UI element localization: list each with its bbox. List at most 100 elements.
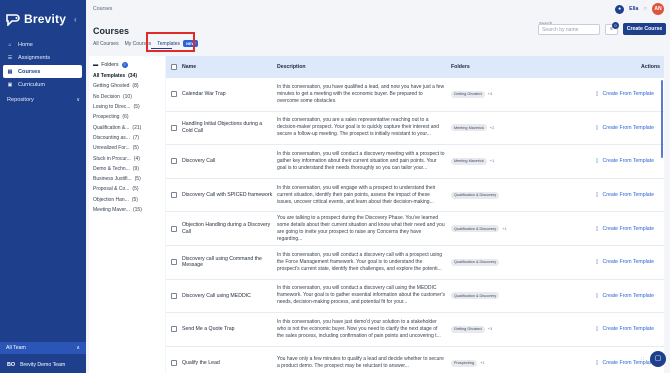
folder-label: Objection Han... — [93, 196, 129, 203]
brand-icon: ● — [615, 4, 625, 14]
folder-item[interactable]: Objection Han... (5) — [89, 195, 165, 205]
create-from-template-button[interactable]: ▯ Create From Template — [571, 226, 660, 232]
row-folders: Qualification & Discovery — [451, 292, 571, 300]
row-folders: Prospecting +1 — [451, 359, 571, 367]
scrollbar[interactable] — [661, 80, 663, 158]
row-checkbox[interactable] — [171, 292, 177, 299]
home-icon: ⌂ — [8, 41, 12, 48]
folder-item[interactable]: Meeting Maver... (15) — [89, 205, 165, 215]
row-folders: Meeting Maverick +2 — [451, 124, 571, 132]
chevron-left-icon[interactable]: ‹ — [74, 15, 77, 24]
create-from-template-button[interactable]: ▯ Create From Template — [571, 326, 660, 332]
create-from-template-button[interactable]: ▯ Create From Template — [571, 91, 660, 97]
row-checkbox[interactable] — [171, 360, 177, 367]
sidebar-item-repository[interactable]: Repository ∨ — [0, 94, 86, 107]
row-description: In this conversation, you are a sales re… — [277, 117, 440, 138]
search-input[interactable] — [538, 24, 600, 35]
create-from-template-button[interactable]: ▯ Create From Template — [571, 125, 660, 131]
row-folders: Qualification & Discovery — [451, 191, 571, 199]
table-row[interactable]: Send Me a Quote Trap In this conversation… — [166, 313, 664, 347]
folder-chip: Meeting Maverick — [451, 124, 487, 132]
folder-chip: Meeting Maverick — [451, 157, 487, 165]
create-course-button[interactable]: Create Course — [623, 23, 666, 35]
folder-item[interactable]: All Templates (34) — [89, 71, 165, 81]
sidebar-item-courses[interactable]: ▤ Courses — [3, 65, 82, 78]
row-checkbox[interactable] — [171, 192, 177, 199]
row-name: Calendar War Trap — [182, 91, 226, 97]
folder-count: (8) — [132, 83, 139, 90]
folder-count: (5) — [132, 186, 139, 193]
bell-icon[interactable]: ○ — [643, 6, 647, 12]
table-row[interactable]: Qualify the Lead You have only a few minu… — [166, 347, 664, 373]
table-row[interactable]: Calendar War Trap In this conversation, y… — [166, 78, 664, 112]
row-description: In this conversation, you have just demo… — [277, 318, 441, 339]
folder-item[interactable]: Discounting as... (7) — [89, 133, 165, 143]
table-row[interactable]: Discovery call using Command the Message… — [166, 246, 664, 280]
row-checkbox[interactable] — [171, 124, 177, 131]
folder-chip: Prospecting — [451, 359, 478, 367]
table-row[interactable]: Discovery Call In this conversation, you … — [166, 145, 664, 179]
folder-item[interactable]: Demo & Techn... (9) — [89, 164, 165, 174]
user-area: ● Ella ○ AN — [615, 3, 664, 15]
folders-title: Folders — [101, 62, 119, 68]
document-icon: ▯ — [595, 124, 599, 131]
create-from-template-button[interactable]: ▯ Create From Template — [571, 158, 660, 164]
folder-count: (5) — [134, 176, 141, 183]
row-name: Send Me a Quote Trap — [182, 326, 235, 333]
select-all-checkbox[interactable] — [171, 64, 177, 70]
folder-count: (5) — [133, 104, 140, 111]
brevity-logo-icon — [6, 13, 20, 26]
row-checkbox[interactable] — [171, 326, 177, 333]
folders-panel: ▬ Folders ? All Templates (34) Getting Gho… — [89, 56, 165, 373]
avatar[interactable]: AN — [652, 3, 664, 15]
table-row[interactable]: Discovery Call using MEDDIC In this conve… — [166, 280, 664, 314]
sidebar: Brevity ‹ ⌂ Home ☰ Assignments ▤ Courses… — [0, 0, 86, 373]
list-icon: ☰ — [7, 55, 13, 61]
folder-label: Prospecting — [93, 114, 120, 121]
folder-item[interactable]: Losing to Direc... (5) — [89, 102, 165, 112]
create-from-template-button[interactable]: ▯ Create From Template — [571, 360, 660, 366]
table-row[interactable]: Handling Initial Objections during a Col… — [166, 112, 664, 146]
sidebar-item-home[interactable]: ⌂ Home — [0, 38, 86, 51]
folder-chip: Qualification & Discovery — [451, 191, 500, 199]
chat-icon[interactable]: ▢ — [650, 351, 666, 367]
table-row[interactable]: Discovery Call with SPICED framework In t… — [166, 179, 664, 213]
row-checkbox[interactable] — [171, 259, 177, 266]
row-name: Objection Handling during a Discovery Ca… — [182, 222, 271, 235]
folder-item[interactable]: Qualification &... (21) — [89, 122, 165, 132]
folder-item[interactable]: Prospecting (6) — [89, 112, 165, 122]
row-description: You are talking to a prospect during the… — [277, 214, 445, 242]
help-icon[interactable]: ? — [121, 62, 128, 68]
user-name[interactable]: Ella — [629, 6, 638, 12]
org-switcher[interactable]: BO Brevity Demo Team — [0, 357, 86, 373]
create-from-template-button[interactable]: ▯ Create From Template — [571, 259, 660, 265]
folder-count: (5) — [132, 145, 139, 152]
row-name: Discovery Call with SPICED framework — [182, 191, 273, 198]
row-folders: Qualification & Discovery — [451, 258, 571, 266]
team-selector[interactable]: All Team ∧ — [0, 342, 86, 354]
sidebar-item-assignments[interactable]: ☰ Assignments — [0, 52, 86, 65]
folder-item[interactable]: Getting Ghosted (8) — [89, 81, 165, 91]
folder-count: (9) — [132, 165, 139, 172]
folder-item[interactable]: Proposal & Co... (5) — [89, 184, 165, 194]
folder-count: (10) — [122, 93, 132, 100]
folder-item[interactable]: Business Justifi... (5) — [89, 174, 165, 184]
brevity-logo[interactable]: Brevity — [5, 12, 66, 26]
folder-item[interactable]: Stuck in Procur... (4) — [89, 153, 165, 163]
create-from-template-button[interactable]: ▯ Create From Template — [571, 293, 660, 299]
row-checkbox[interactable] — [171, 91, 177, 98]
sidebar-item-curriculum[interactable]: ▣ Curriculum — [0, 79, 86, 92]
folder-item[interactable]: No Decision (10) — [89, 92, 165, 102]
table-row[interactable]: Objection Handling during a Discovery Ca… — [166, 212, 664, 246]
tab-all-courses[interactable]: All Courses — [93, 39, 119, 49]
folder-item[interactable]: Unrealized For... (5) — [89, 143, 165, 153]
row-checkbox[interactable] — [171, 225, 177, 232]
grid-icon[interactable]: ∷ — [641, 356, 644, 362]
header-name[interactable]: Name — [182, 64, 277, 70]
folder-label: Stuck in Procur... — [93, 155, 131, 162]
folder-count: (21) — [132, 124, 142, 131]
header-actions: Actions — [640, 64, 660, 70]
more-folders-count: +1 — [502, 225, 507, 231]
row-checkbox[interactable] — [171, 158, 177, 165]
create-from-template-button[interactable]: ▯ Create From Template — [571, 192, 660, 198]
